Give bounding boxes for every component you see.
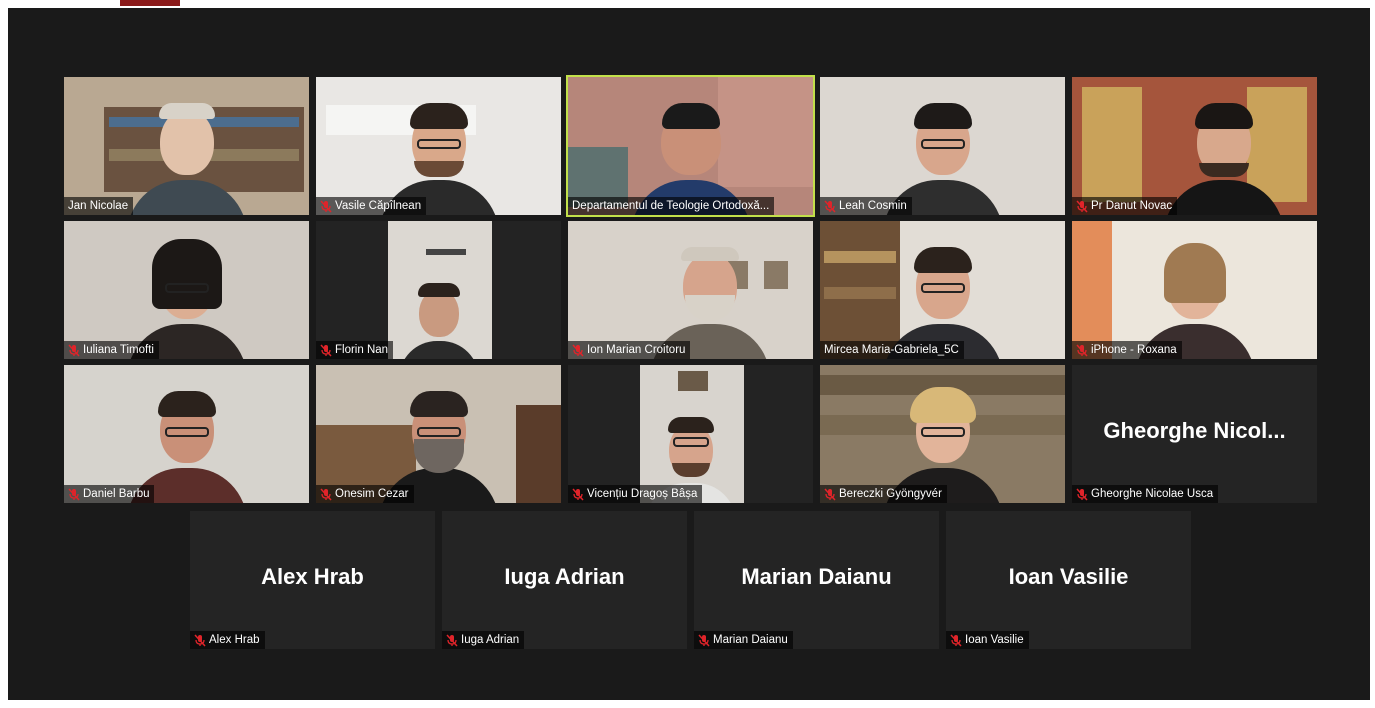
video-feed [820,221,1065,359]
video-tile-mircea-maria-gabriela[interactable]: Mircea Maria-Gabriela_5C [820,221,1065,359]
video-tile-iphone-roxana[interactable]: iPhone - Roxana [1072,221,1317,359]
mic-muted-icon [68,487,80,501]
video-tile-vicentiu-dragos-basa[interactable]: Vicențiu Dragoș Bâșa [568,365,813,503]
video-tile-jan-nicolae[interactable]: Jan Nicolae [64,77,309,215]
participant-name-tag: Departamentul de Teologie Ortodoxă... [568,197,775,215]
video-feed [64,77,309,215]
participant-name: Mircea Maria-Gabriela_5C [824,344,959,356]
participant-name-tag: Florin Nan [316,341,394,359]
participant-name-tag: Vasile Căpîlnean [316,197,427,215]
participant-name-tag: Jan Nicolae [64,197,134,215]
participant-display-name: Iuga Adrian [504,563,625,589]
mic-muted-icon [446,633,458,647]
video-tile-leah-cosmin[interactable]: Leah Cosmin [820,77,1065,215]
video-feed [1072,77,1317,215]
participant-name: Ioan Vasilie [965,634,1024,646]
participant-name: Gheorghe Nicolae Usca [1091,488,1214,500]
mic-muted-icon [320,199,332,213]
participant-name: Onesim Cezar [335,488,409,500]
video-tile-alex-hrab[interactable]: Alex Hrab Alex Hrab [190,511,435,649]
mic-muted-icon [320,487,332,501]
participant-name-tag: Gheorghe Nicolae Usca [1072,485,1219,503]
participant-name-tag: Bereczki Gyöngyvér [820,485,947,503]
participant-name: Departamentul de Teologie Ortodoxă... [572,200,770,212]
video-feed [568,365,813,503]
video-tile-ion-marian-croitoru[interactable]: Ion Marian Croitoru [568,221,813,359]
mic-muted-icon [1076,343,1088,357]
participant-name-tag: Iuga Adrian [442,631,525,649]
video-feed [64,221,309,359]
participant-name: Florin Nan [335,344,389,356]
participant-display-name: Ioan Vasilie [1008,563,1129,589]
participant-name: iPhone - Roxana [1091,344,1177,356]
video-feed [316,221,561,359]
video-tile-bereczki-gyongyver[interactable]: Bereczki Gyöngyvér [820,365,1065,503]
participant-name: Iuliana Timofti [83,344,154,356]
participant-name: Vicențiu Dragoș Bâșa [587,488,698,500]
participant-name-tag: Alex Hrab [190,631,265,649]
video-feed [568,77,813,215]
video-feed [316,77,561,215]
participant-name-tag: Mircea Maria-Gabriela_5C [820,341,964,359]
video-feed [1072,221,1317,359]
participant-name: Alex Hrab [209,634,260,646]
video-feed [820,77,1065,215]
participant-name-tag: Marian Daianu [694,631,793,649]
participant-display-name: Marian Daianu [741,563,892,589]
participant-name: Leah Cosmin [839,200,907,212]
video-tile-marian-daianu[interactable]: Marian Daianu Marian Daianu [694,511,939,649]
participant-name: Daniel Barbu [83,488,150,500]
participant-display-name: Gheorghe Nicol... [1103,417,1286,443]
participant-name-tag: Vicențiu Dragoș Bâșa [568,485,703,503]
video-feed [568,221,813,359]
video-tile-vasile-capilnean[interactable]: Vasile Căpîlnean [316,77,561,215]
participant-name-tag: Ion Marian Croitoru [568,341,691,359]
participant-name-tag: Leah Cosmin [820,197,912,215]
mic-muted-icon [320,343,332,357]
participant-name-tag: Daniel Barbu [64,485,155,503]
participant-name-tag: Pr Danut Novac [1072,197,1178,215]
video-feed [64,365,309,503]
gallery-view: Jan Nicolae Vasile Căpîlnean Departament… [8,8,1370,700]
participant-name-tag: Onesim Cezar [316,485,414,503]
participant-name: Pr Danut Novac [1091,200,1173,212]
video-tile-ioan-vasilie[interactable]: Ioan Vasilie Ioan Vasilie [946,511,1191,649]
video-feed [316,365,561,503]
participant-name: Bereczki Gyöngyvér [839,488,942,500]
video-tile-departamentul[interactable]: Departamentul de Teologie Ortodoxă... [566,75,815,217]
participant-name: Marian Daianu [713,634,788,646]
video-tile-gheorghe-nicolae-usca[interactable]: Gheorghe Nicol... Gheorghe Nicolae Usca [1072,365,1317,503]
video-tile-daniel-barbu[interactable]: Daniel Barbu [64,365,309,503]
video-tile-iuga-adrian[interactable]: Iuga Adrian Iuga Adrian [442,511,687,649]
mic-muted-icon [1076,199,1088,213]
video-tile-florin-nan[interactable]: Florin Nan [316,221,561,359]
mic-muted-icon [194,633,206,647]
participant-name: Vasile Căpîlnean [335,200,422,212]
participant-name-tag: Iuliana Timofti [64,341,159,359]
mic-muted-icon [1076,487,1088,501]
participant-name: Jan Nicolae [68,200,129,212]
mic-muted-icon [572,343,584,357]
video-tile-iuliana-timofti[interactable]: Iuliana Timofti [64,221,309,359]
mic-muted-icon [698,633,710,647]
participant-name: Iuga Adrian [461,634,520,646]
brand-strip [120,0,180,6]
video-feed [820,365,1065,503]
mic-muted-icon [824,487,836,501]
video-tile-pr-danut-novac[interactable]: Pr Danut Novac [1072,77,1317,215]
participant-name-tag: iPhone - Roxana [1072,341,1182,359]
video-tile-onesim-cezar[interactable]: Onesim Cezar [316,365,561,503]
mic-muted-icon [68,343,80,357]
mic-muted-icon [950,633,962,647]
mic-muted-icon [572,487,584,501]
participant-name-tag: Ioan Vasilie [946,631,1029,649]
participant-display-name: Alex Hrab [261,563,364,589]
participant-name: Ion Marian Croitoru [587,344,686,356]
mic-muted-icon [824,199,836,213]
